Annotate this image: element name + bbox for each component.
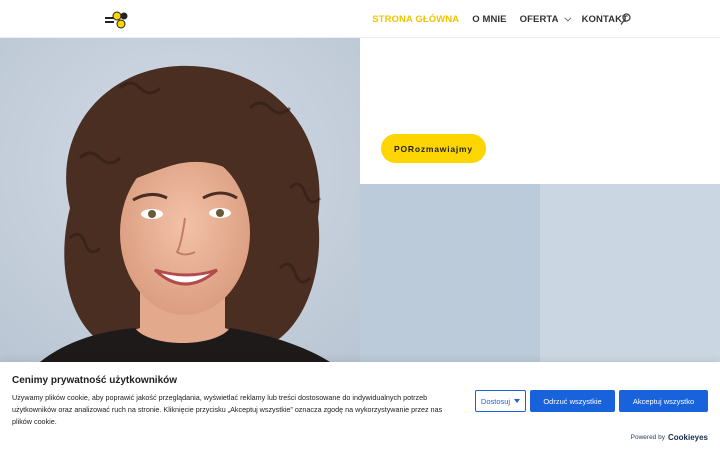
nav-item-about[interactable]: O MNIE bbox=[472, 14, 506, 25]
hero-portrait-image bbox=[0, 38, 360, 362]
nav-item-home[interactable]: STRONA GŁÓWNA bbox=[372, 14, 459, 25]
caret-down-icon bbox=[514, 399, 521, 403]
reject-all-button[interactable]: Odrzuć wszystkie bbox=[530, 390, 615, 412]
site-header: STRONA GŁÓWNA O MNIE OFERTA KONTAKT bbox=[0, 0, 720, 38]
decorative-panel-left bbox=[360, 184, 540, 362]
contact-cta-button[interactable]: PORozmawiajmy bbox=[381, 134, 486, 163]
cookie-description: Używamy plików cookie, aby poprawić jako… bbox=[12, 393, 443, 426]
nav-item-offer[interactable]: OFERTA bbox=[520, 14, 572, 25]
chevron-down-icon bbox=[563, 14, 572, 22]
search-icon[interactable] bbox=[620, 13, 631, 26]
bee-logo-icon[interactable] bbox=[104, 11, 130, 29]
cookie-title: Cenimy prywatność użytkowników bbox=[12, 375, 178, 386]
main-nav: STRONA GŁÓWNA O MNIE OFERTA KONTAKT bbox=[372, 0, 628, 38]
cookie-consent-banner: Cenimy prywatność użytkowników Używamy p… bbox=[0, 362, 720, 450]
accept-all-button[interactable]: Akceptuj wszystko bbox=[619, 390, 708, 412]
powered-by[interactable]: Powered by Cookieyes bbox=[631, 433, 708, 442]
cookieyes-logo: Cookieyes bbox=[667, 433, 708, 442]
customize-button[interactable]: Dostosuj bbox=[475, 390, 526, 412]
decorative-panel-right bbox=[540, 184, 720, 362]
